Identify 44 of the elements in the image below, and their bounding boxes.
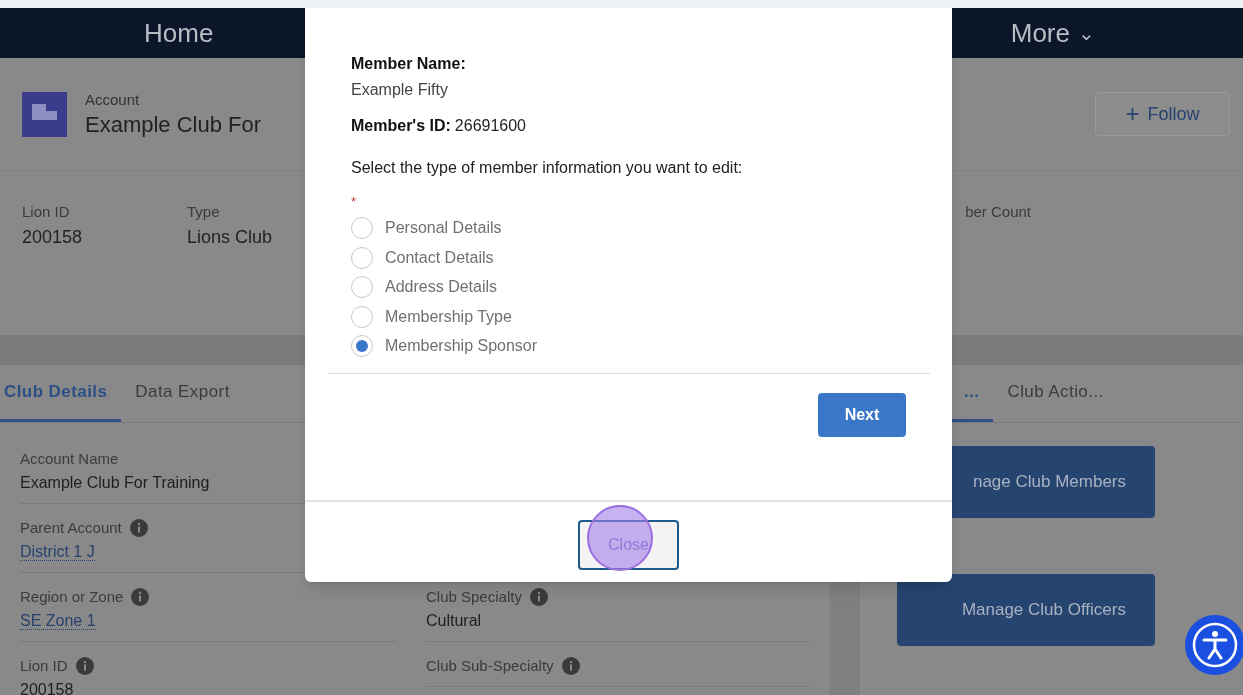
info-icon (131, 588, 150, 606)
highlight-value: 200158 (22, 225, 84, 249)
highlight-label: Type (187, 202, 221, 222)
highlight-label: ber Count (965, 202, 1031, 222)
radio-option[interactable]: Personal Details (351, 213, 502, 243)
tab[interactable]: Club Details (0, 365, 122, 422)
prompt-text: Select the type of member information you want to edit: (351, 158, 744, 178)
tab[interactable]: Data Export (121, 365, 244, 422)
radio-option[interactable]: Membership Type (351, 302, 512, 332)
field-value: 200158 (20, 680, 75, 695)
field-link[interactable]: District 1 J (20, 543, 95, 561)
record-title: Example Club For (85, 111, 262, 140)
field-label: Region or Zone (20, 586, 124, 607)
member-name: Example Fifty (351, 80, 449, 100)
member-id: 26691600 (454, 116, 526, 136)
member-name-label: Member Name: (351, 54, 467, 74)
field-label: Account Name (20, 448, 119, 469)
field-link[interactable]: SE Zone 1 (20, 612, 96, 630)
required-mark: * (351, 193, 357, 211)
field-label: Lion ID (20, 655, 68, 676)
info-icon (529, 588, 548, 606)
radio-option[interactable]: Contact Details (351, 243, 494, 273)
highlight-value: Lions Club (187, 225, 273, 249)
accessibility-icon (1191, 621, 1239, 669)
info-icon (129, 519, 148, 537)
action-button[interactable]: Manage Club Officers (897, 574, 1155, 646)
info-icon (75, 657, 94, 675)
highlight-label: Lion ID (22, 202, 71, 222)
field-label: Club Specialty (426, 586, 522, 607)
building-icon (22, 91, 67, 137)
radio-option[interactable]: Membership Sponsor (351, 331, 538, 361)
info-icon (561, 657, 580, 675)
radio-option[interactable]: Address Details (351, 272, 498, 302)
nav-home[interactable]: Home (144, 13, 214, 53)
follow-button[interactable]: + Follow (1095, 92, 1230, 136)
nav-more[interactable]: More ⌄ (1010, 13, 1095, 53)
field-value: Cultural (426, 611, 483, 631)
field-label: Parent Account (20, 517, 122, 538)
field-label: Club Sub-Specialty (426, 655, 554, 676)
tab[interactable]: Club Actio... (993, 365, 1118, 422)
member-id-label: Member's ID: (351, 116, 451, 136)
object-label: Account (85, 89, 141, 110)
field-value: Example Club For Training (20, 473, 211, 493)
next-button[interactable]: Next (818, 393, 906, 437)
